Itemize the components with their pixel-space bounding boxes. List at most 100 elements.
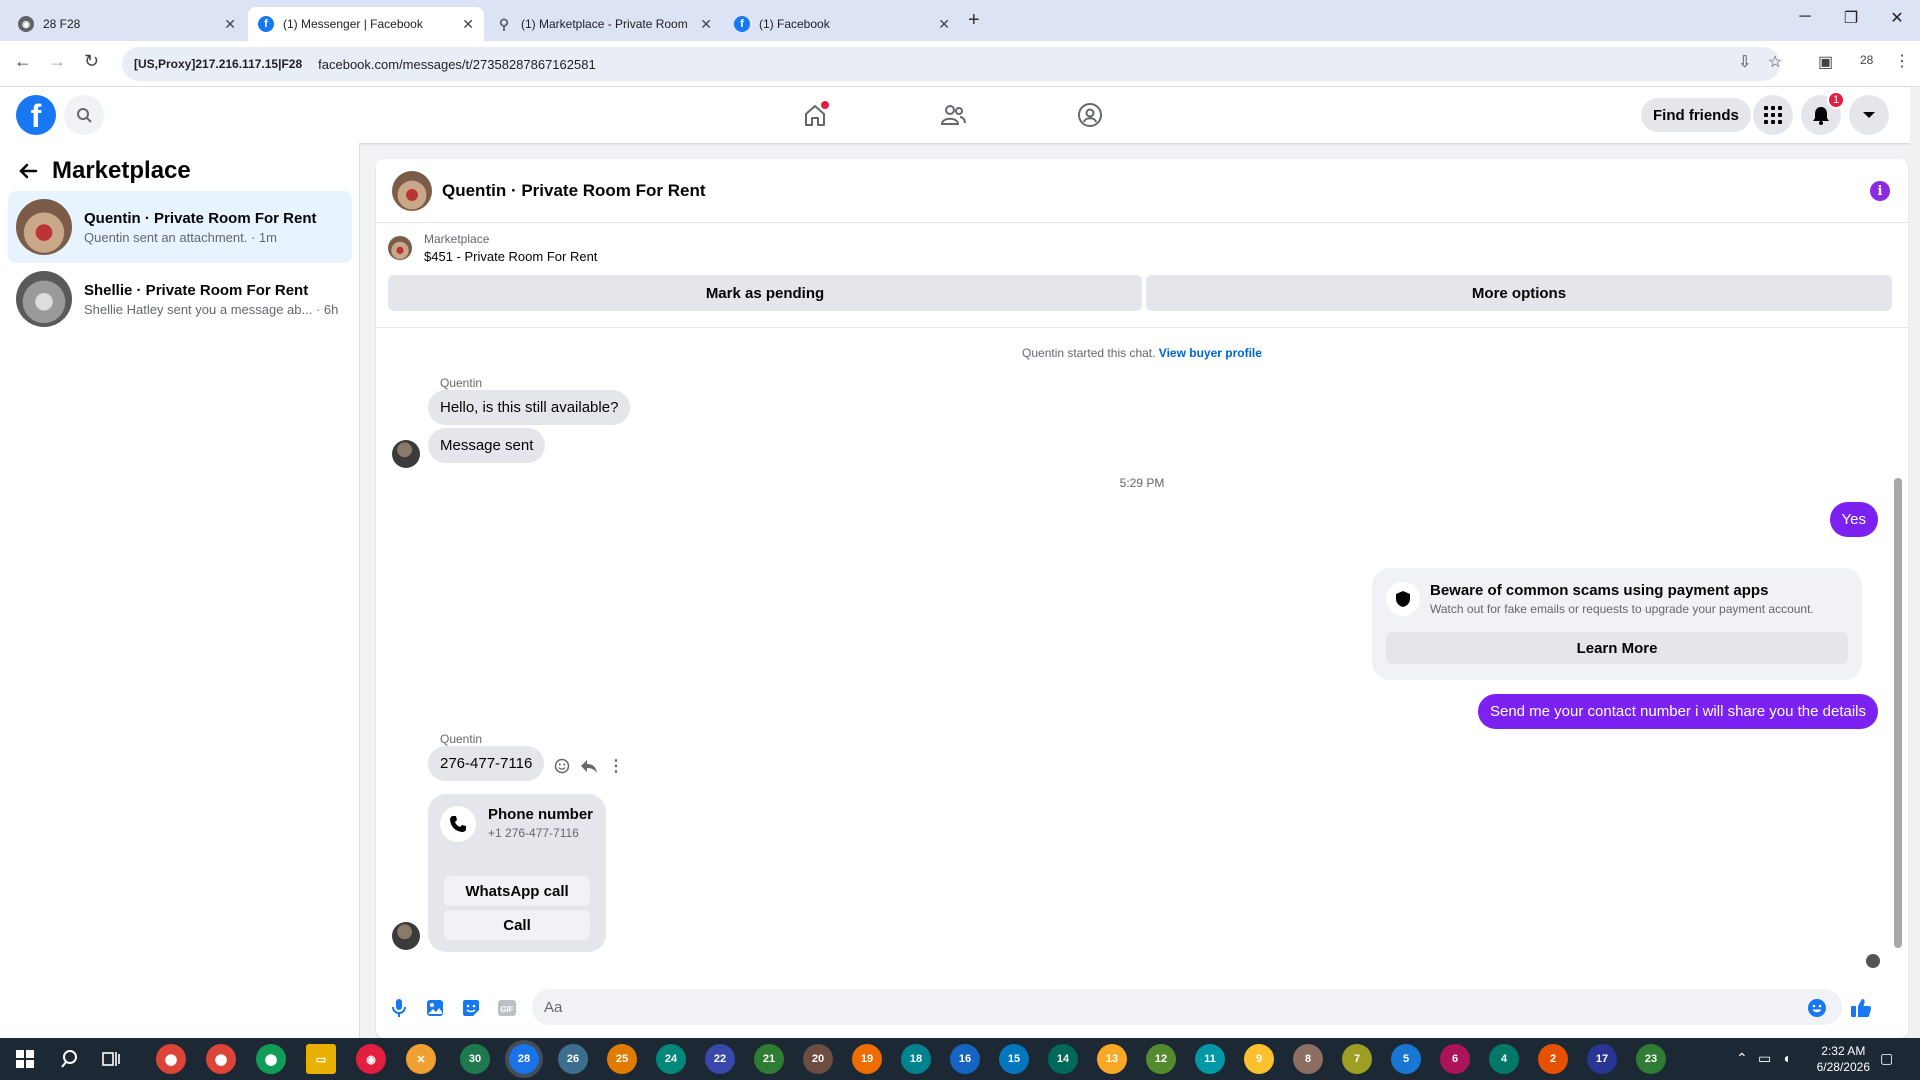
close-icon[interactable]: ✕ (700, 16, 712, 33)
outgoing-message[interactable]: Send me your contact number i will share… (1477, 694, 1878, 729)
sender-avatar[interactable] (392, 922, 420, 950)
taskbar-app-20[interactable]: 20 (803, 1044, 833, 1074)
notification-center-icon[interactable]: ▢ (1880, 1050, 1893, 1067)
taskbar-app-23[interactable]: 23 (1636, 1044, 1666, 1074)
back-icon[interactable]: ← (14, 51, 32, 72)
groups-tab[interactable] (1074, 99, 1106, 131)
emoji-icon[interactable] (1806, 997, 1828, 1019)
notifications-button[interactable]: 1 (1801, 91, 1845, 135)
account-button[interactable] (1849, 95, 1889, 135)
taskbar-app-4[interactable]: 4 (1489, 1044, 1519, 1074)
app-icon[interactable]: ✕ (406, 1044, 436, 1074)
call-button[interactable]: Call (444, 910, 590, 940)
taskbar-app-8[interactable]: 8 (1293, 1044, 1323, 1074)
scrollbar-thumb[interactable] (1894, 478, 1902, 948)
browser-tab-1[interactable]: ◉ 28 F28 ✕ (8, 7, 246, 41)
back-arrow-icon[interactable] (18, 161, 38, 181)
taskbar-app-15[interactable]: 15 (999, 1044, 1029, 1074)
taskbar-app-16[interactable]: 16 (950, 1044, 980, 1074)
window-close-icon[interactable]: ✕ (1874, 8, 1920, 28)
reload-icon[interactable]: ↻ (84, 51, 99, 72)
sidepanel-icon[interactable]: ▣ (1818, 52, 1833, 72)
browser-tab-2[interactable]: f (1) Messenger | Facebook ✕ (248, 7, 484, 41)
taskbar-app-30[interactable]: 30 (460, 1044, 490, 1074)
close-icon[interactable]: ✕ (224, 16, 236, 33)
home-tab[interactable] (799, 99, 831, 131)
view-buyer-profile-link[interactable]: View buyer profile (1159, 346, 1262, 360)
taskbar-app-12[interactable]: 12 (1146, 1044, 1176, 1074)
info-icon[interactable]: i (1870, 181, 1890, 201)
taskbar-app-22[interactable]: 22 (705, 1044, 735, 1074)
more-options-button[interactable]: More options (1146, 275, 1892, 311)
profile-count[interactable]: 28 (1860, 53, 1873, 67)
page-scrollbar[interactable] (1910, 87, 1920, 1038)
taskbar-app-9[interactable]: 9 (1244, 1044, 1274, 1074)
gif-icon[interactable]: GIF (496, 997, 518, 1019)
network-icon[interactable]: ▭ (1758, 1050, 1771, 1067)
system-clock[interactable]: 2:32 AM 6/28/2026 (1817, 1043, 1870, 1075)
windows-start-icon[interactable] (10, 1044, 40, 1074)
taskbar-app-21[interactable]: 21 (754, 1044, 784, 1074)
browser-tab-3[interactable]: ⚲ (1) Marketplace - Private Room ✕ (486, 7, 722, 41)
chat-avatar[interactable] (392, 170, 432, 211)
more-actions-icon[interactable]: ⋮ (608, 756, 624, 776)
facebook-logo[interactable]: f (16, 95, 56, 135)
address-bar[interactable]: [US,Proxy]217.216.117.15|F28 facebook.co… (122, 47, 1780, 81)
taskbar-app-13[interactable]: 13 (1097, 1044, 1127, 1074)
chat-title[interactable]: Quentin · Private Room For Rent (442, 181, 706, 201)
taskbar-app-17[interactable]: 17 (1587, 1044, 1617, 1074)
taskbar-app-11[interactable]: 11 (1195, 1044, 1225, 1074)
find-friends-button[interactable]: Find friends (1641, 98, 1751, 132)
taskbar-app-7[interactable]: 7 (1342, 1044, 1372, 1074)
volume-icon[interactable]: ◖ (1782, 1050, 1790, 1066)
thumbs-up-icon[interactable] (1850, 997, 1872, 1019)
chrome-icon[interactable]: ⬤ (256, 1044, 286, 1074)
chrome-icon[interactable]: ⬤ (206, 1044, 236, 1074)
incoming-message[interactable]: Message sent (428, 428, 546, 463)
reply-icon[interactable] (580, 758, 598, 774)
taskbar-app-19[interactable]: 19 (852, 1044, 882, 1074)
taskbar-app-18[interactable]: 18 (901, 1044, 931, 1074)
forward-icon[interactable]: → (48, 51, 66, 72)
message-scrollbar[interactable] (1894, 328, 1906, 977)
chrome-icon[interactable]: ⬤ (156, 1044, 186, 1074)
minimize-icon[interactable]: ─ (1782, 8, 1828, 26)
sender-avatar[interactable] (392, 440, 420, 468)
friends-tab[interactable] (937, 99, 969, 131)
learn-more-button[interactable]: Learn More (1386, 632, 1848, 664)
mark-pending-button[interactable]: Mark as pending (388, 275, 1142, 311)
more-icon[interactable]: ⋮ (1894, 51, 1910, 71)
browser-tab-4[interactable]: f (1) Facebook ✕ (724, 7, 960, 41)
listing-summary[interactable]: Marketplace $451 - Private Room For Rent (388, 232, 597, 264)
photo-icon[interactable] (424, 997, 446, 1019)
outgoing-message[interactable]: Yes (1829, 502, 1878, 537)
taskbar-app-14[interactable]: 14 (1048, 1044, 1078, 1074)
app-icon[interactable]: ◉ (356, 1044, 386, 1074)
react-icon[interactable] (554, 758, 570, 774)
whatsapp-call-button[interactable]: WhatsApp call (444, 876, 590, 906)
message-input[interactable] (532, 989, 1842, 1025)
install-icon[interactable]: ⇩ (1738, 52, 1751, 72)
search-button[interactable] (64, 95, 104, 135)
taskbar-app-25[interactable]: 25 (607, 1044, 637, 1074)
incoming-message[interactable]: 276-477-7116 (428, 746, 545, 781)
taskbar-app-26[interactable]: 26 (558, 1044, 588, 1074)
close-icon[interactable]: ✕ (938, 16, 950, 33)
incoming-message[interactable]: Hello, is this still available? (428, 390, 631, 425)
conversation-item[interactable]: Quentin · Private Room For Rent Quentin … (8, 191, 352, 263)
close-icon[interactable]: ✕ (462, 16, 474, 33)
taskbar-app-2[interactable]: 2 (1538, 1044, 1568, 1074)
tray-chevron-icon[interactable]: ⌃ (1736, 1050, 1748, 1067)
file-explorer-icon[interactable]: ▭ (306, 1044, 336, 1074)
taskbar-app-24[interactable]: 24 (656, 1044, 686, 1074)
microphone-icon[interactable] (388, 997, 410, 1019)
sticker-icon[interactable] (460, 997, 482, 1019)
star-icon[interactable]: ☆ (1768, 52, 1782, 72)
menu-button[interactable] (1753, 95, 1793, 135)
restore-icon[interactable]: ❐ (1828, 8, 1874, 28)
taskbar-app-5[interactable]: 5 (1391, 1044, 1421, 1074)
taskbar-app-28[interactable]: 28 (505, 1040, 543, 1078)
site-info[interactable]: [US,Proxy]217.216.117.15|F28 (134, 57, 302, 71)
task-view-icon[interactable] (96, 1044, 126, 1074)
taskbar-app-6[interactable]: 6 (1440, 1044, 1470, 1074)
